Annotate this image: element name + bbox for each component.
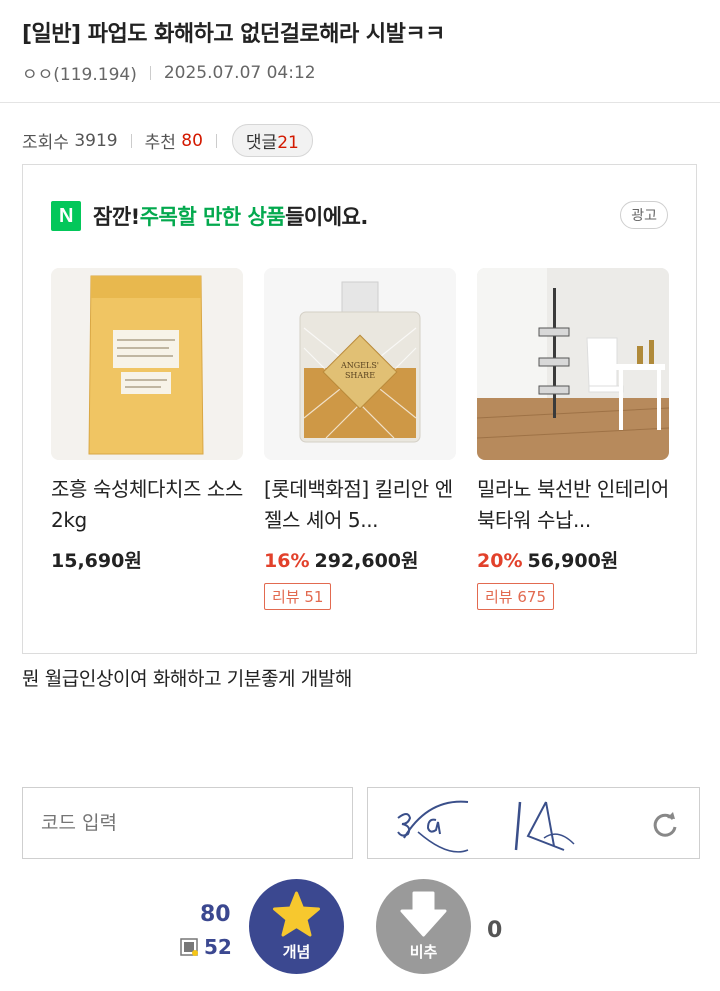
product-image [51,268,243,460]
svg-text:SHARE: SHARE [345,371,375,380]
post-stats: 조회수 3919 추천 80 댓글21 [22,124,313,157]
comments-count: 21 [277,133,299,153]
ad-headline-pre: 잠깐! [93,205,140,229]
review-badge: 리뷰 51 [264,583,332,610]
comments-label: 댓글 [245,133,278,153]
product-name: 밀라노 북선반 인테리어 북타워 수납... [477,477,669,532]
divider [149,65,151,80]
product-price: 15,690원 [51,550,142,572]
product-card[interactable]: 조흥 숙성체다치즈 소스 2kg 15,690원 [51,268,244,573]
comment-count-button[interactable]: 댓글21 [231,124,313,157]
ad-headline: N 잠깐! 주목할 만한 상품 들이에요. [51,201,368,231]
product-price-row: 16% 292,600원 [264,546,457,573]
product-card[interactable]: 밀라노 북선반 인테리어 북타워 수납... 20% 56,900원 리뷰 675 [477,268,670,610]
ad-box: N 잠깐! 주목할 만한 상품 들이에요. 광고 조흥 숙성체다치즈 소스 2k… [22,164,697,654]
post-body: 뭔 월급인상이여 화해하고 기분좋게 개발해 [22,668,352,690]
fixed-upvote-count: 52 [204,935,232,959]
ad-headline-post: 들이에요. [285,205,368,229]
product-discount: 20% [477,550,523,572]
refresh-icon[interactable] [651,810,679,838]
captcha-text-image [397,800,575,853]
downvote-count: 0 [487,918,503,943]
recommend-label: 추천 [144,133,176,153]
product-price: 292,600원 [314,550,419,572]
views-count: 3919 [74,130,118,151]
product-card[interactable]: ANGELS' SHARE [롯데백화점] 킬리안 엔젤스 셰어 5... 16… [264,268,457,610]
product-image: ANGELS' SHARE [264,268,456,460]
product-name: 조흥 숙성체다치즈 소스 2kg [51,477,243,532]
downvote-button[interactable]: 비추 [376,879,471,974]
views-label: 조회수 [22,133,69,153]
product-price-row: 15,690원 [51,546,244,573]
review-badge: 리뷰 675 [477,583,554,610]
recommend-count: 80 [181,130,203,151]
product-price: 56,900원 [527,550,619,572]
post-meta: ㅇㅇ(119.194) 2025.07.07 04:12 [22,60,316,86]
divider [130,133,132,148]
product-image [477,268,669,460]
fixed-user-icon [180,938,198,956]
captcha-code-input[interactable] [22,787,353,859]
product-name: [롯데백화점] 킬리안 엔젤스 셰어 5... [264,477,453,532]
product-price-row: 20% 56,900원 [477,546,670,573]
svg-text:ANGELS': ANGELS' [340,361,379,370]
ad-headline-highlight: 주목할 만한 상품 [139,205,286,229]
fixed-upvote-row: 52 [180,935,232,959]
naver-logo-icon: N [51,201,81,231]
captcha-image [367,787,700,859]
author-name[interactable]: ㅇㅇ(119.194) [22,60,137,85]
downvote-label: 비추 [409,943,438,961]
upvote-label: 개념 [282,943,311,961]
post-title: [일반] 파업도 화해하고 없던걸로해라 시발ㅋㅋ [22,22,445,47]
divider [215,133,217,148]
post-date: 2025.07.07 04:12 [163,62,316,83]
divider [0,102,720,103]
upvote-count: 80 [200,902,231,927]
upvote-button[interactable]: 개념 [249,879,344,974]
product-discount: 16% [264,550,310,572]
ad-badge[interactable]: 광고 [620,201,668,229]
